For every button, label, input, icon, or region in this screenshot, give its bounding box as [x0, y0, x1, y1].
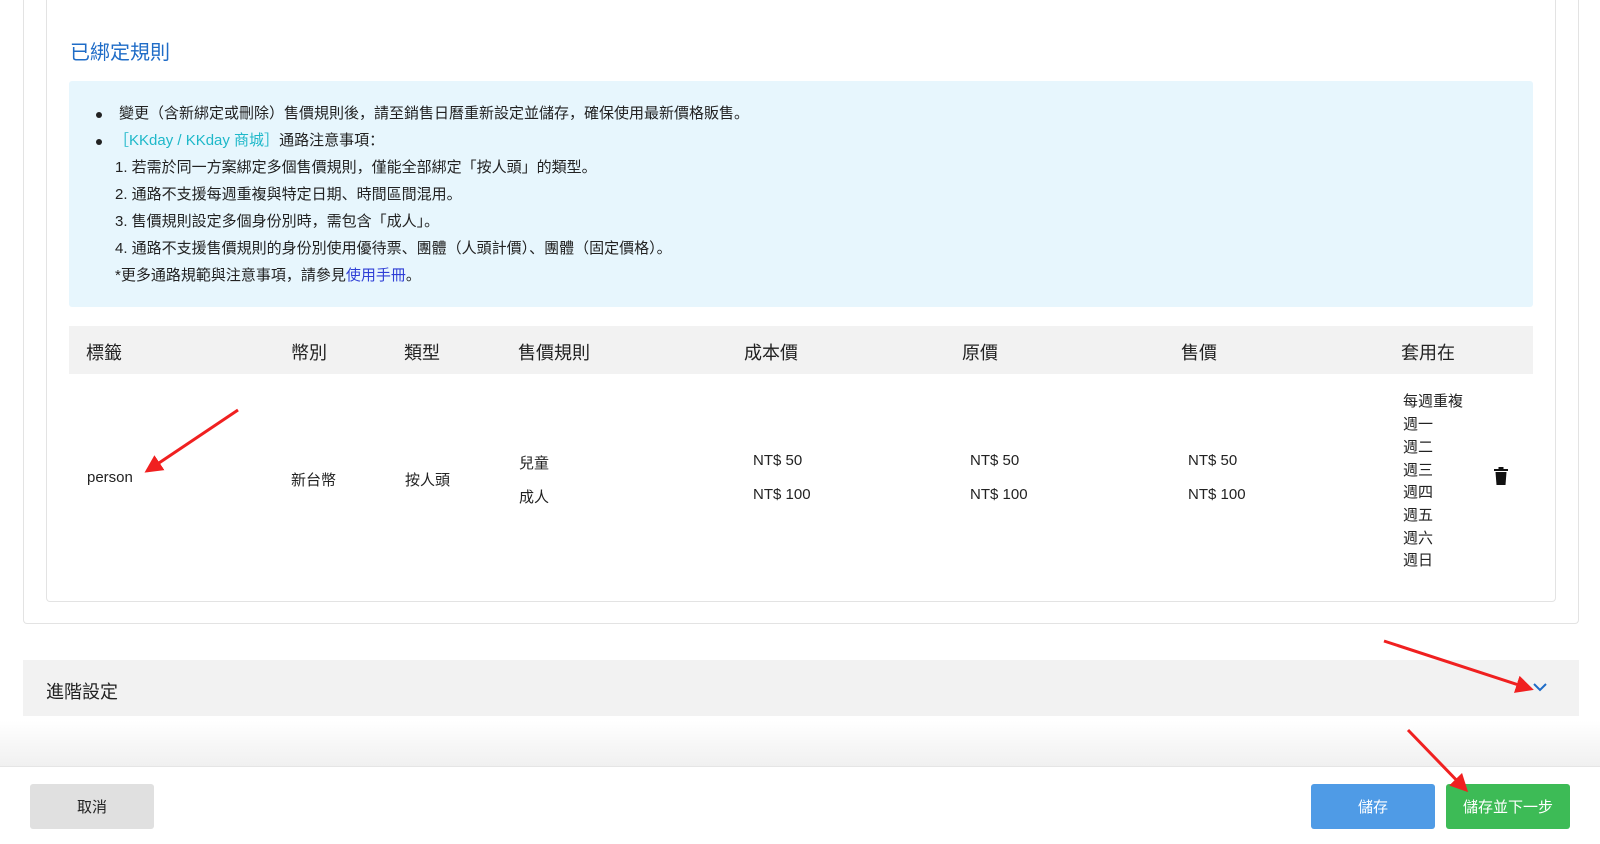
cancel-button[interactable]: 取消	[30, 784, 154, 829]
notice-line-1: 變更（含新綁定或刪除）售價規則後，請至銷售日曆重新設定並儲存，確保使用最新價格販…	[119, 105, 750, 122]
chevron-down-icon[interactable]	[1533, 682, 1547, 692]
bullet-icon	[96, 112, 102, 118]
rules-table-header: 標籤 幣別 類型 售價規則 成本價 原價 售價 套用在	[69, 326, 1533, 374]
header-tag: 標籤	[86, 343, 122, 363]
row-original-adult: NT$ 100	[970, 486, 1028, 503]
apply-fri: 週五	[1403, 507, 1434, 524]
notice-item-1: 1. 若需於同一方案綁定多個售價規則，僅能全部綁定「按人頭」的類型。	[115, 159, 597, 176]
header-currency: 幣別	[291, 343, 327, 363]
notice-item-2: 2. 通路不支援每週重複與特定日期、時間區間混用。	[115, 186, 462, 203]
apply-thu: 週四	[1403, 484, 1434, 501]
section-title: 已綁定規則	[70, 42, 170, 64]
notice-item-4: 4. 通路不支援售價規則的身份別使用優待票、團體（人頭計價）、團體（固定價格）。	[115, 240, 672, 257]
kkday-channel-tag: ［KKday / KKday 商城］	[114, 132, 280, 149]
row-type: 按人頭	[405, 472, 451, 489]
row-price-child: NT$ 50	[1188, 452, 1238, 469]
row-price-adult: NT$ 100	[1188, 486, 1246, 503]
row-identity-child: 兒童	[519, 455, 550, 472]
apply-weekly: 每週重複	[1403, 393, 1464, 410]
row-cost-adult: NT$ 100	[753, 486, 811, 503]
row-currency: 新台幣	[291, 472, 337, 489]
trash-icon[interactable]	[1494, 467, 1508, 485]
header-apply: 套用在	[1401, 343, 1455, 363]
apply-wed: 週三	[1403, 462, 1434, 479]
user-manual-link[interactable]: 使用手冊	[346, 267, 406, 284]
footer-shadow	[0, 720, 1600, 766]
footnote-suffix: 。	[405, 267, 421, 284]
apply-sat: 週六	[1403, 530, 1434, 547]
row-cost-child: NT$ 50	[753, 452, 803, 469]
save-button[interactable]: 儲存	[1311, 784, 1435, 829]
bullet-icon	[96, 139, 102, 145]
header-type: 類型	[404, 343, 440, 363]
footnote-text: *更多通路規範與注意事項，請參見	[115, 267, 346, 284]
row-original-child: NT$ 50	[970, 452, 1020, 469]
apply-tue: 週二	[1403, 439, 1434, 456]
notice-line-2: ［KKday / KKday 商城］通路注意事項：	[114, 129, 384, 150]
row-identity-adult: 成人	[519, 489, 550, 506]
notice-box: 變更（含新綁定或刪除）售價規則後，請至銷售日曆重新設定並儲存，確保使用最新價格販…	[69, 81, 1533, 307]
header-rule: 售價規則	[518, 343, 590, 363]
advanced-settings-label: 進階設定	[46, 682, 118, 702]
notice-item-3: 3. 售價規則設定多個身份別時，需包含「成人」。	[115, 213, 440, 230]
advanced-settings-bar[interactable]: 進階設定	[23, 660, 1579, 716]
header-cost: 成本價	[744, 343, 798, 363]
row-tag: person	[87, 469, 133, 486]
apply-mon: 週一	[1403, 416, 1434, 433]
header-price: 售價	[1181, 343, 1217, 363]
notice-footnote: *更多通路規範與注意事項，請參見使用手冊。	[115, 264, 421, 285]
header-original: 原價	[962, 343, 998, 363]
footer-bar: 取消 儲存 儲存並下一步	[0, 766, 1600, 844]
notice-line-2-text: 通路注意事項：	[279, 132, 385, 149]
apply-sun: 週日	[1403, 552, 1434, 569]
save-and-next-button[interactable]: 儲存並下一步	[1446, 784, 1570, 829]
